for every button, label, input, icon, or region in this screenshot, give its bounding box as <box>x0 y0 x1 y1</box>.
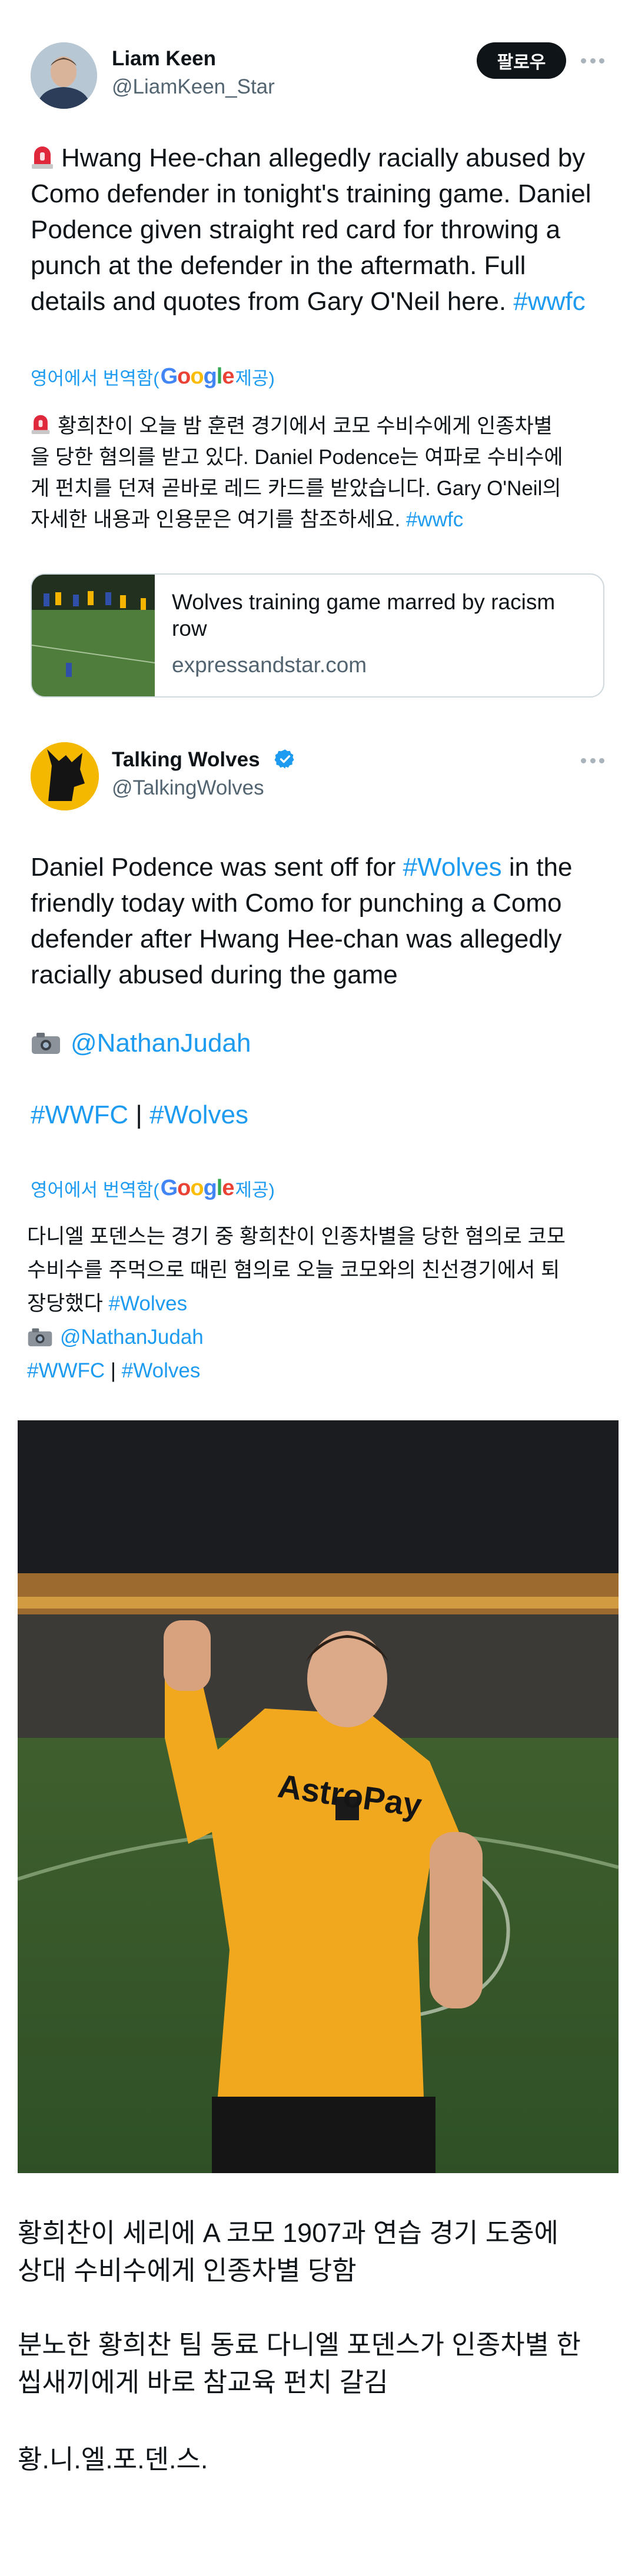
camera-emoji-icon <box>28 1328 52 1347</box>
link-preview-card[interactable]: Wolves training game marred by racism ro… <box>31 573 604 698</box>
translated-line: 황희찬이 오늘 밤 훈련 경기에서 코모 수비수에게 인종차별 <box>58 415 553 438</box>
hashtag-link[interactable]: #Wolves <box>149 1100 248 1129</box>
follow-button[interactable]: 팔로우 <box>477 42 566 79</box>
user-handle[interactable]: @TalkingWolves <box>112 776 264 800</box>
translation-attribution[interactable]: 영어에서 번역함( Google 제공) <box>31 363 275 390</box>
wolf-logo-icon <box>31 742 99 810</box>
card-domain: expressandstar.com <box>172 653 367 677</box>
hashtag-link[interactable]: #WWFC <box>31 1100 128 1129</box>
tweet-text-line: Podence given straight red card for thro… <box>31 215 561 244</box>
caption-paragraph: 황.니.엘.포.덴.스. <box>18 2444 208 2474</box>
hashtag-link[interactable]: #WWFC <box>27 1359 105 1382</box>
tweet-text-line: details and quotes from Gary O'Neil here… <box>31 287 514 316</box>
tweet-text-line: Daniel Podence was sent off for <box>31 853 403 882</box>
translated-text: 다니엘 포덴스는 경기 중 황희찬이 인종차별을 당한 혐의로 코모 수비수를 … <box>27 1220 604 1387</box>
tweet-text: Hwang Hee-chan allegedly racially abused… <box>31 140 604 319</box>
mention-link[interactable]: @NathanJudah <box>71 1029 251 1057</box>
caption-line: 씹새끼에게 바로 참교육 펀치 갈김 <box>18 2367 388 2397</box>
player-celebration-photo: AstroPay <box>18 1420 619 2173</box>
hashtag-row: #WWFC | #Wolves <box>31 1097 604 1133</box>
hashtag-link[interactable]: #Wolves <box>122 1359 201 1382</box>
avatar-photo <box>31 42 97 109</box>
card-title: Wolves training game marred by racism ro… <box>172 590 556 640</box>
translation-label: 영어에서 번역함( <box>31 368 159 389</box>
camera-emoji-icon <box>32 1033 60 1054</box>
translation-label-suffix: 제공) <box>235 1180 275 1200</box>
more-options-icon[interactable] <box>581 757 604 764</box>
translated-line: 자세한 내용과 인용문은 여기를 참조하세요. <box>31 508 406 531</box>
hashtag-link[interactable]: #wwfc <box>406 508 463 531</box>
tag-separator: | <box>105 1359 122 1382</box>
avatar[interactable] <box>31 42 97 109</box>
translated-text: 황희찬이 오늘 밤 훈련 경기에서 코모 수비수에게 인종차별 을 당한 혐의를… <box>31 411 604 535</box>
translated-line: 다니엘 포덴스는 경기 중 황희찬이 인종차별을 당한 혐의로 코모 <box>27 1225 566 1248</box>
verified-badge-icon <box>274 749 294 769</box>
siren-emoji-icon <box>31 415 50 434</box>
tag-separator: | <box>128 1100 150 1129</box>
hashtag-link[interactable]: #Wolves <box>403 853 502 882</box>
tweet-text: Daniel Podence was sent off for #Wolves … <box>31 853 573 989</box>
tweet-text-line: Como defender in tonight's training game… <box>31 179 591 208</box>
tweet-text-line: defender after Hwang Hee-chan was allege… <box>31 925 562 953</box>
tweet-photo[interactable]: AstroPay <box>18 1420 619 2173</box>
translated-line: 을 당한 혐의를 받고 있다. Daniel Podence는 여파로 수비수에 <box>31 446 563 469</box>
more-options-icon[interactable] <box>581 57 604 64</box>
caption-line: 황희찬이 세리에 A 코모 1907과 연습 경기 도중에 <box>18 2218 558 2248</box>
card-thumbnail <box>32 575 155 696</box>
siren-emoji-icon <box>32 146 53 169</box>
display-name[interactable]: Talking Wolves <box>112 748 260 772</box>
mention-link[interactable]: @NathanJudah <box>60 1326 204 1349</box>
translation-label: 영어에서 번역함( <box>31 1180 159 1200</box>
translated-line: 장당했다 <box>27 1292 109 1315</box>
display-name[interactable]: Liam Keen <box>112 47 216 71</box>
user-handle[interactable]: @LiamKeen_Star <box>112 75 275 99</box>
photo-credit: @NathanJudah <box>31 1025 604 1061</box>
translated-line: 수비수를 주먹으로 때린 혐의로 오늘 코모와의 친선경기에서 퇴 <box>27 1259 560 1282</box>
translation-attribution[interactable]: 영어에서 번역함( Google 제공) <box>31 1175 275 1202</box>
avatar[interactable] <box>31 742 99 810</box>
caption-line: 상대 수비수에게 인종차별 당함 <box>18 2255 357 2285</box>
caption-paragraph: 분노한 황희찬 팀 동료 다니엘 포덴스가 인종차별 한 씹새끼에게 바로 참교… <box>18 2326 618 2401</box>
translated-line: 게 펀치를 던져 곧바로 레드 카드를 받았습니다. Gary O'Neil의 <box>31 477 561 500</box>
google-logo: Google <box>160 1176 235 1200</box>
tweet-text-line: racially abused during the game <box>31 960 398 989</box>
translation-label-suffix: 제공) <box>235 368 275 389</box>
google-logo: Google <box>160 364 235 389</box>
tweet-text-line: friendly today with Como for punching a … <box>31 889 562 917</box>
training-photo-thumbnail <box>32 575 155 696</box>
tweet-text-line: punch at the defender in the aftermath. … <box>31 251 526 280</box>
hashtag-link[interactable]: #Wolves <box>109 1292 188 1315</box>
caption-paragraph: 황희찬이 세리에 A 코모 1907과 연습 경기 도중에 상대 수비수에게 인… <box>18 2214 618 2290</box>
caption-line: 분노한 황희찬 팀 동료 다니엘 포덴스가 인종차별 한 <box>18 2330 581 2360</box>
hashtag-link[interactable]: #wwfc <box>513 287 585 316</box>
tweet-text-line: Hwang Hee-chan allegedly racially abused… <box>61 144 586 172</box>
